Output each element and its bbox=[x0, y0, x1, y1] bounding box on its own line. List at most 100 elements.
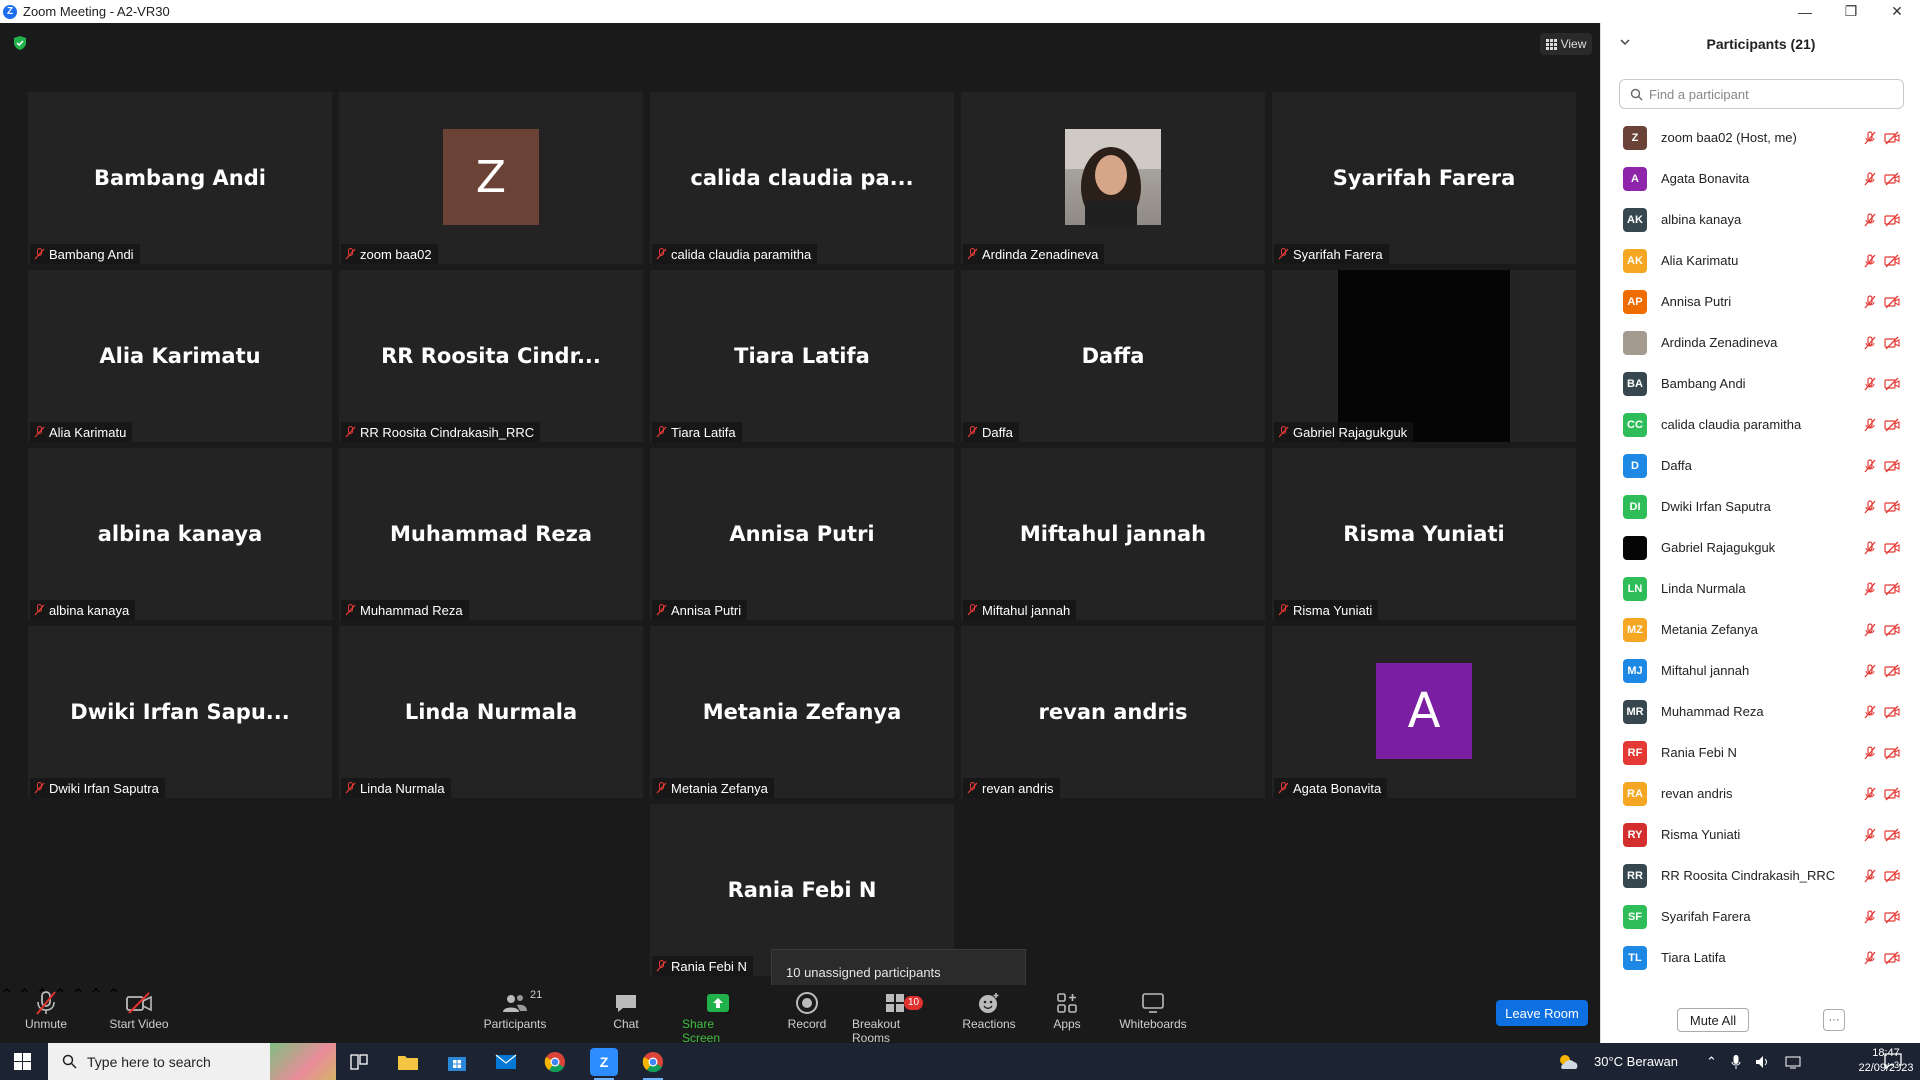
video-tile[interactable]: Linda Nurmala Linda Nurmala bbox=[339, 626, 643, 798]
participant-row[interactable]: Ardinda Zenadineva bbox=[1601, 322, 1920, 363]
microphone-icon[interactable] bbox=[1731, 1054, 1741, 1070]
video-tile[interactable]: Z zoom baa02 bbox=[339, 92, 643, 264]
participant-row[interactable]: DI Dwiki Irfan Saputra bbox=[1601, 486, 1920, 527]
video-tile[interactable]: Daffa Daffa bbox=[961, 270, 1265, 442]
restore-button[interactable]: ❐ bbox=[1828, 0, 1874, 23]
participant-row[interactable]: MR Muhammad Reza bbox=[1601, 691, 1920, 732]
video-tile[interactable]: Miftahul jannah Miftahul jannah bbox=[961, 448, 1265, 620]
participant-row[interactable]: LN Linda Nurmala bbox=[1601, 568, 1920, 609]
muted-mic-icon[interactable] bbox=[1864, 786, 1876, 801]
video-tile[interactable]: Gabriel Rajagukguk bbox=[1272, 270, 1576, 442]
microsoft-store-icon[interactable] bbox=[443, 1048, 471, 1076]
apps-button[interactable]: Apps bbox=[1052, 989, 1082, 1031]
video-off-icon[interactable] bbox=[1884, 418, 1900, 432]
muted-mic-icon[interactable] bbox=[1864, 581, 1876, 596]
video-off-icon[interactable] bbox=[1884, 951, 1900, 965]
task-view-icon[interactable] bbox=[345, 1048, 373, 1076]
muted-mic-icon[interactable] bbox=[1864, 663, 1876, 678]
video-off-icon[interactable] bbox=[1884, 295, 1900, 309]
zoom-app-icon[interactable]: Z bbox=[590, 1048, 618, 1080]
muted-mic-icon[interactable] bbox=[1864, 171, 1876, 186]
muted-mic-icon[interactable] bbox=[1864, 376, 1876, 391]
participant-row[interactable]: Zzoom baa02 (Host, me) bbox=[1601, 117, 1920, 158]
participant-row[interactable]: A Agata Bonavita bbox=[1601, 158, 1920, 199]
leave-room-button[interactable]: Leave Room bbox=[1496, 1000, 1588, 1026]
muted-mic-icon[interactable] bbox=[1864, 868, 1876, 883]
speaker-icon[interactable] bbox=[1755, 1055, 1771, 1069]
video-off-icon[interactable] bbox=[1884, 254, 1900, 268]
participant-row[interactable]: RA revan andris bbox=[1601, 773, 1920, 814]
video-tile[interactable]: revan andris revan andris bbox=[961, 626, 1265, 798]
whiteboards-button[interactable]: Whiteboards bbox=[1118, 989, 1188, 1031]
video-off-icon[interactable] bbox=[1884, 746, 1900, 760]
video-tile[interactable]: Muhammad Reza Muhammad Reza bbox=[339, 448, 643, 620]
video-tile[interactable]: Dwiki Irfan Sapu... Dwiki Irfan Saputra bbox=[28, 626, 332, 798]
close-window-button[interactable]: ✕ bbox=[1874, 0, 1920, 23]
participants-button[interactable]: 21 Participants bbox=[484, 989, 547, 1031]
video-tile[interactable]: Annisa Putri Annisa Putri bbox=[650, 448, 954, 620]
video-off-icon[interactable] bbox=[1884, 623, 1900, 637]
more-options-button[interactable]: ··· bbox=[1823, 1009, 1845, 1031]
windows-start-icon[interactable] bbox=[14, 1053, 31, 1070]
participant-row[interactable]: TL Tiara Latifa bbox=[1601, 937, 1920, 978]
participant-row[interactable]: BA Bambang Andi bbox=[1601, 363, 1920, 404]
chat-button[interactable]: Chat bbox=[608, 989, 644, 1031]
participant-row[interactable]: RY Risma Yuniati bbox=[1601, 814, 1920, 855]
video-off-icon[interactable] bbox=[1884, 172, 1900, 186]
participant-row[interactable]: AP Annisa Putri bbox=[1601, 281, 1920, 322]
reactions-options-chevron-icon[interactable]: ⌃ bbox=[71, 987, 84, 1004]
video-off-icon[interactable] bbox=[1884, 459, 1900, 473]
mail-icon[interactable] bbox=[492, 1048, 520, 1076]
tray-chevron-up-icon[interactable]: ⌃ bbox=[1706, 1054, 1717, 1070]
video-off-icon[interactable] bbox=[1884, 869, 1900, 883]
muted-mic-icon[interactable] bbox=[1864, 540, 1876, 555]
participant-row[interactable]: D Daffa bbox=[1601, 445, 1920, 486]
chrome-icon[interactable] bbox=[541, 1048, 569, 1076]
video-tile[interactable]: A Agata Bonavita bbox=[1272, 626, 1576, 798]
participant-row[interactable]: RR RR Roosita Cindrakasih_RRC bbox=[1601, 855, 1920, 896]
participant-row[interactable]: AK Alia Karimatu bbox=[1601, 240, 1920, 281]
muted-mic-icon[interactable] bbox=[1864, 212, 1876, 227]
video-off-icon[interactable] bbox=[1884, 828, 1900, 842]
apps-options-chevron-icon[interactable]: ⌃ bbox=[89, 987, 102, 1004]
video-off-icon[interactable] bbox=[1884, 131, 1900, 145]
network-icon[interactable] bbox=[1785, 1055, 1801, 1069]
video-tile[interactable]: Bambang Andi Bambang Andi bbox=[28, 92, 332, 264]
muted-mic-icon[interactable] bbox=[1864, 499, 1876, 514]
unmute-button[interactable]: Unmute bbox=[22, 989, 70, 1031]
muted-mic-icon[interactable] bbox=[1864, 130, 1876, 145]
muted-mic-icon[interactable] bbox=[1864, 458, 1876, 473]
notifications-icon[interactable]: 3 bbox=[1884, 1053, 1902, 1072]
start-video-button[interactable]: Start Video bbox=[106, 989, 172, 1031]
video-tile[interactable]: Risma Yuniati Risma Yuniati bbox=[1272, 448, 1576, 620]
muted-mic-icon[interactable] bbox=[1864, 417, 1876, 432]
video-tile[interactable]: calida claudia pa... calida claudia para… bbox=[650, 92, 954, 264]
chevron-down-icon[interactable] bbox=[1619, 37, 1631, 47]
video-tile[interactable]: RR Roosita Cindr... RR Roosita Cindrakas… bbox=[339, 270, 643, 442]
share-screen-button[interactable]: Share Screen bbox=[682, 989, 754, 1045]
video-off-icon[interactable] bbox=[1884, 664, 1900, 678]
reactions-button[interactable]: Reactions bbox=[962, 989, 1016, 1031]
muted-mic-icon[interactable] bbox=[1864, 950, 1876, 965]
participant-row[interactable]: AK albina kanaya bbox=[1601, 199, 1920, 240]
video-tile[interactable]: Syarifah Farera Syarifah Farera bbox=[1272, 92, 1576, 264]
muted-mic-icon[interactable] bbox=[1864, 253, 1876, 268]
video-tile[interactable]: Alia Karimatu Alia Karimatu bbox=[28, 270, 332, 442]
file-explorer-icon[interactable] bbox=[394, 1048, 422, 1076]
video-off-icon[interactable] bbox=[1884, 582, 1900, 596]
video-tile[interactable]: Tiara Latifa Tiara Latifa bbox=[650, 270, 954, 442]
participant-row[interactable]: RF Rania Febi N bbox=[1601, 732, 1920, 773]
muted-mic-icon[interactable] bbox=[1864, 294, 1876, 309]
breakout-rooms-button[interactable]: 10 Breakout Rooms bbox=[852, 989, 940, 1045]
participant-row[interactable]: SF Syarifah Farera bbox=[1601, 896, 1920, 937]
video-tile[interactable]: Metania Zefanya Metania Zefanya bbox=[650, 626, 954, 798]
participant-row[interactable]: CC calida claudia paramitha bbox=[1601, 404, 1920, 445]
participant-row[interactable]: MZ Metania Zefanya bbox=[1601, 609, 1920, 650]
audio-options-chevron-icon[interactable]: ⌃ bbox=[0, 987, 13, 1004]
video-off-icon[interactable] bbox=[1884, 787, 1900, 801]
muted-mic-icon[interactable] bbox=[1864, 335, 1876, 350]
video-off-icon[interactable] bbox=[1884, 500, 1900, 514]
video-tile[interactable]: albina kanaya albina kanaya bbox=[28, 448, 332, 620]
view-button[interactable]: View bbox=[1540, 33, 1592, 55]
participant-row[interactable]: MJ Miftahul jannah bbox=[1601, 650, 1920, 691]
